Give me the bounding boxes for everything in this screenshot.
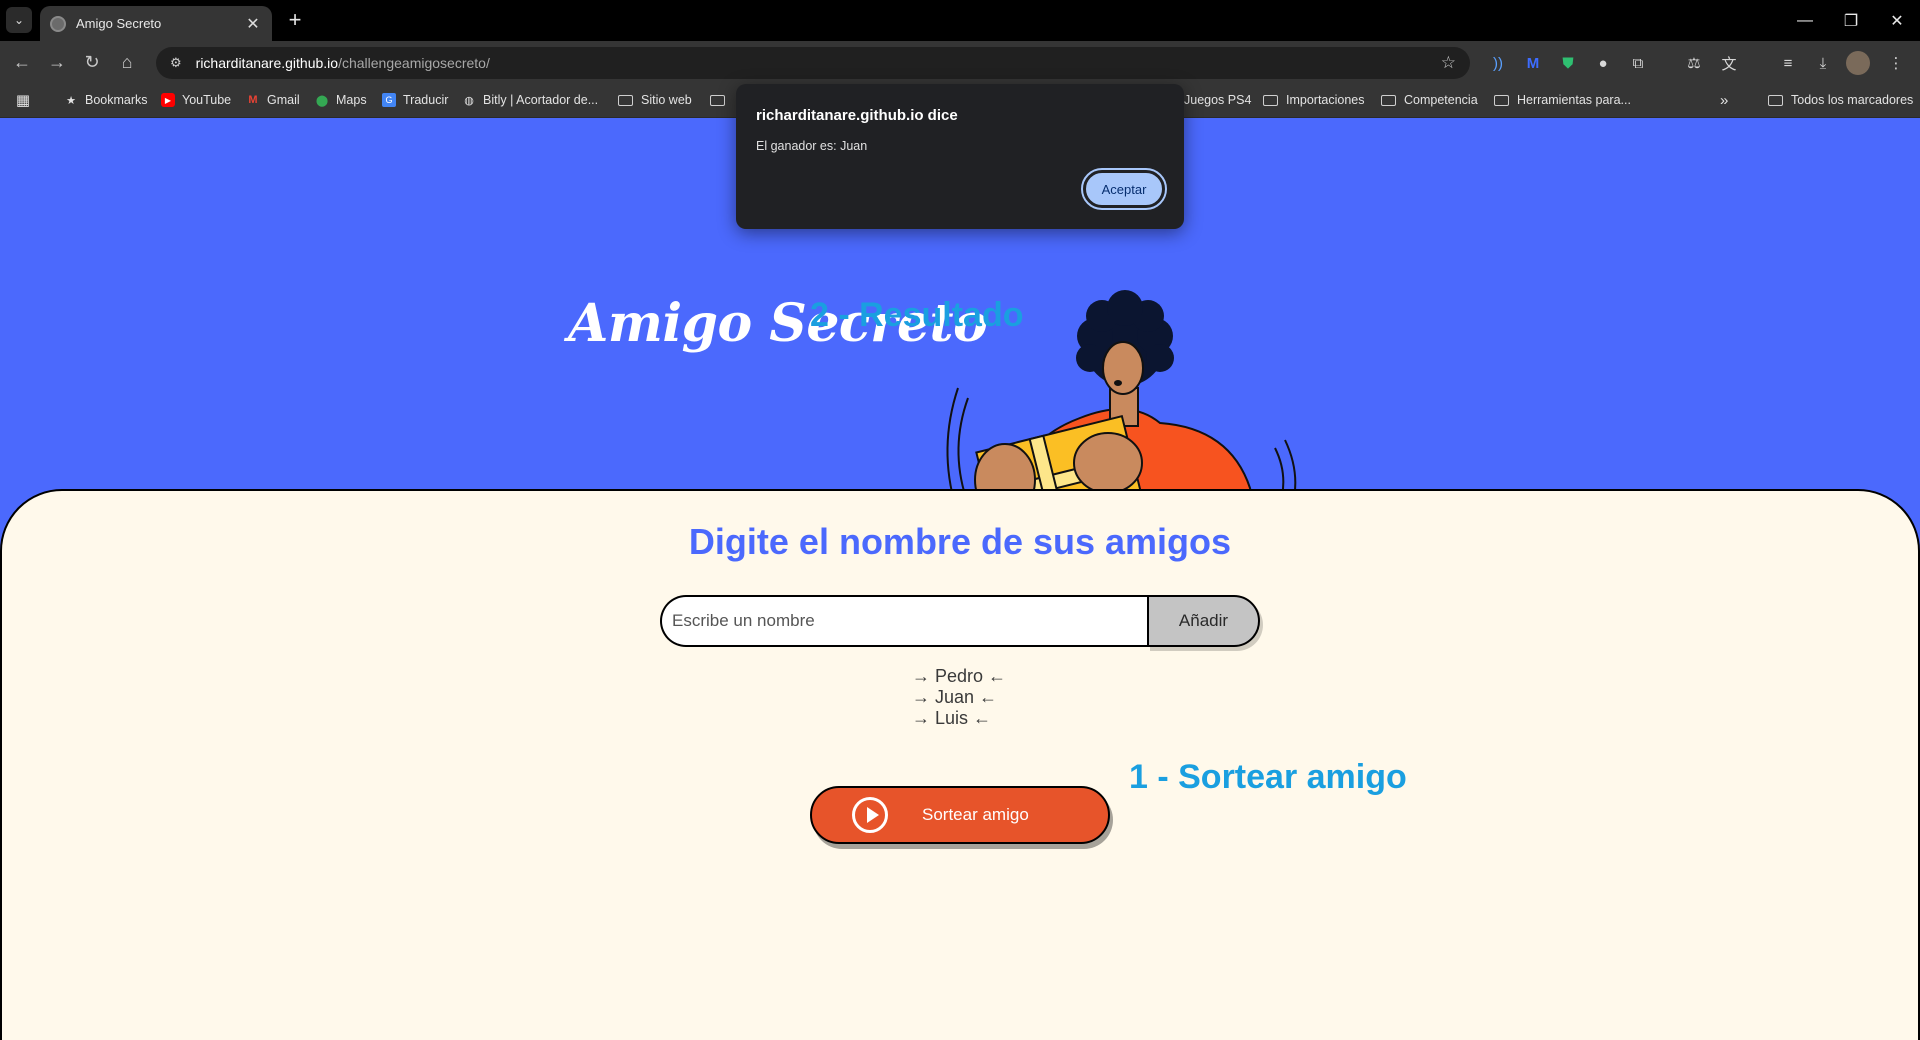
bookmark-item[interactable]: ▶ YouTube (161, 91, 231, 109)
back-arrow-icon[interactable]: ← (9, 49, 35, 75)
all-bookmarks[interactable]: Todos los marcadores (1768, 91, 1913, 109)
add-button[interactable]: Añadir (1147, 595, 1260, 647)
bookmark-item[interactable]: G Traducir (382, 91, 448, 109)
avatar[interactable] (1846, 51, 1870, 75)
url-host: richarditanare.github.io (195, 55, 339, 71)
annotation-step-1: 1 - Sortear amigo (1129, 758, 1407, 796)
bookmark-item-hidden[interactable] (710, 91, 733, 109)
extensions-puzzle-icon[interactable]: ⧉ (1626, 51, 1650, 75)
tab-search-button[interactable]: ⌄ (6, 7, 32, 33)
extension-dot-icon[interactable]: ● (1591, 51, 1615, 75)
extension-m-icon[interactable]: M (1521, 51, 1545, 75)
section-title: Digite el nombre de sus amigos (688, 521, 1232, 562)
draw-friend-button[interactable]: Sortear amigo (810, 786, 1110, 844)
active-tab[interactable]: Amigo Secreto ✕ (40, 6, 272, 41)
close-icon[interactable]: ✕ (244, 14, 262, 34)
friends-list: → Pedro ← → Juan ← → Luis ← (912, 666, 1006, 729)
list-item: → Luis ← (912, 708, 992, 728)
tab-strip: ⌄ Amigo Secreto ✕ + — ❐ ✕ (0, 0, 1920, 41)
more-bookmarks-chevron-icon[interactable]: » (1720, 91, 1728, 109)
friend-name-input[interactable] (660, 595, 1147, 647)
gmail-icon: M (248, 94, 258, 106)
extension-wave-icon[interactable]: )) (1486, 51, 1510, 75)
bookmark-item[interactable]: Competencia (1381, 91, 1478, 109)
main-panel (0, 489, 1920, 1040)
bookmark-item[interactable]: Importaciones (1263, 91, 1365, 109)
restore-button[interactable]: ❐ (1828, 0, 1874, 41)
address-bar[interactable]: ⚙ richarditanare.github.io/challengeamig… (156, 47, 1470, 79)
home-icon[interactable]: ⌂ (114, 49, 140, 75)
alert-dialog: richarditanare.github.io dice El ganador… (736, 84, 1184, 229)
list-item: → Pedro ← (912, 666, 1007, 686)
forward-arrow-icon[interactable]: → (44, 49, 70, 75)
globe-icon: ◍ (464, 94, 474, 107)
globe-icon (50, 15, 66, 32)
window-close-button[interactable]: ✕ (1874, 0, 1920, 41)
apps-grid-icon[interactable]: ▦ (16, 91, 37, 109)
dialog-message: El ganador es: Juan (756, 139, 868, 153)
menu-kebab-icon[interactable]: ⋮ (1884, 51, 1908, 75)
folder-icon (618, 94, 633, 106)
reload-icon[interactable]: ↻ (79, 49, 105, 75)
download-icon[interactable]: ⤓ (1811, 51, 1835, 75)
bookmark-item[interactable]: ★ Bookmarks (64, 91, 147, 109)
folder-icon (1263, 94, 1278, 106)
folder-icon (710, 94, 725, 106)
draw-friend-label: Sortear amigo (922, 805, 1029, 824)
tab-title: Amigo Secreto (76, 16, 162, 31)
translate-icon[interactable]: 文 (1717, 51, 1741, 75)
shield-icon[interactable]: ⛊ (1556, 51, 1580, 75)
star-icon: ★ (66, 94, 76, 107)
list-item: → Juan ← (912, 687, 998, 707)
minimize-button[interactable]: — (1782, 0, 1828, 41)
bookmark-item[interactable]: Herramientas para... (1494, 91, 1631, 109)
new-tab-button[interactable]: + (282, 8, 308, 34)
add-friend-form: Añadir (660, 595, 1260, 647)
bookmark-item[interactable]: M Gmail (246, 91, 299, 109)
translate-icon: G (382, 93, 396, 107)
folder-icon (1381, 94, 1396, 106)
page-viewport: Amigo Secreto 2 - Resultado Digite el no… (0, 118, 1920, 1040)
url-path: /challengeamigosecreto/ (338, 55, 490, 71)
bookmark-item[interactable]: Sitio web (618, 91, 692, 109)
performance-icon[interactable]: ⚖ (1682, 51, 1706, 75)
folder-icon (1768, 94, 1783, 106)
bookmark-item[interactable]: ◍ Bitly | Acortador de... (462, 91, 598, 109)
bookmark-item[interactable]: ⬤ Maps (315, 91, 367, 109)
dialog-ok-button[interactable]: Aceptar (1081, 168, 1167, 210)
youtube-icon: ▶ (161, 93, 175, 107)
play-icon (852, 797, 888, 833)
annotation-step-2: 2 - Resultado (810, 296, 1024, 334)
chevron-down-icon: ⌄ (13, 13, 25, 27)
media-queue-icon[interactable]: ≡ (1776, 51, 1800, 75)
folder-icon (1494, 94, 1509, 106)
bookmark-item[interactable]: Juegos PS4 (1184, 91, 1251, 109)
bookmark-star-icon[interactable]: ☆ (1441, 53, 1456, 73)
dialog-title: richarditanare.github.io dice (756, 107, 958, 124)
maps-icon: ⬤ (315, 94, 329, 107)
site-info-icon[interactable]: ⚙ (170, 55, 182, 71)
